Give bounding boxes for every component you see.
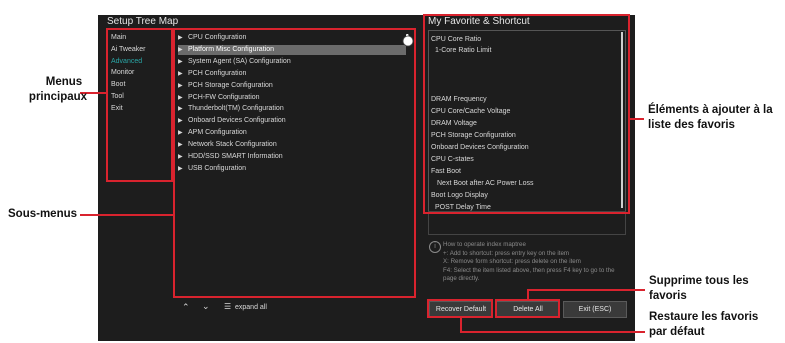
help-line: X: Remove form shortcut: press delete on… bbox=[443, 258, 581, 265]
list-icon: ☰ bbox=[224, 302, 232, 311]
favoris-elements-label: Éléments à ajouter à la liste des favori… bbox=[648, 104, 773, 131]
delete-connector bbox=[527, 289, 645, 291]
delete-all-highlight bbox=[495, 299, 560, 318]
menus-highlight bbox=[106, 28, 173, 182]
supprime-label: Supprime tous les favoris bbox=[649, 275, 749, 302]
favorites-empty-slot bbox=[428, 211, 626, 235]
collapse-all-icon[interactable]: ⌃ bbox=[182, 302, 190, 313]
favorites-highlight bbox=[423, 14, 630, 214]
tree-toolbar: ⌃ ⌄ ☰ expand all bbox=[180, 301, 380, 316]
sous-menus-label: Sous-menus bbox=[8, 208, 78, 220]
favorites-connector bbox=[630, 118, 644, 120]
submenus-connector bbox=[80, 214, 174, 216]
recover-connector bbox=[460, 331, 645, 333]
menus-principaux-label: Menus principaux bbox=[28, 76, 88, 103]
recover-highlight bbox=[427, 299, 493, 318]
expand-chevron-icon[interactable]: ⌄ bbox=[202, 301, 210, 312]
expand-all-link[interactable]: expand all bbox=[235, 304, 267, 311]
help-title: How to operate index maptree bbox=[443, 241, 526, 248]
help-line: +: Add to shortcut: press entry key on t… bbox=[443, 249, 570, 257]
help-line: F4: Select the item listed above, then p… bbox=[443, 266, 615, 283]
restaure-label: Restaure les favoris par défaut bbox=[649, 311, 759, 338]
submenus-highlight bbox=[173, 28, 416, 298]
setup-tree-title: Setup Tree Map bbox=[107, 16, 179, 27]
help-text: How to operate index maptree +: Add to s… bbox=[443, 241, 628, 284]
exit-button[interactable]: Exit (ESC) bbox=[563, 301, 627, 318]
info-icon: i bbox=[429, 241, 441, 253]
